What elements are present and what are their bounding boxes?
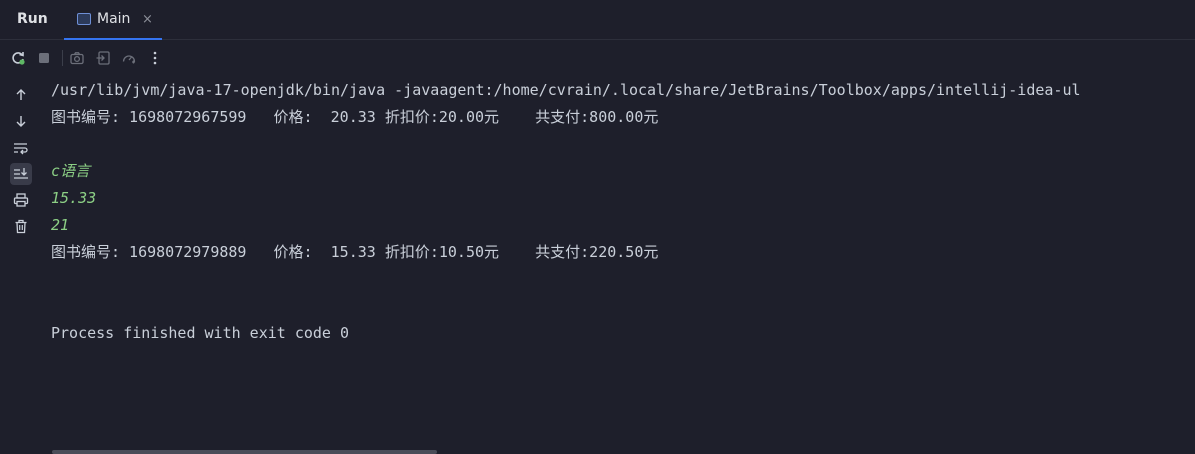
tab-label: Main: [97, 11, 131, 27]
toolbar-separator: [62, 50, 63, 66]
print-icon[interactable]: [10, 189, 32, 211]
trash-icon[interactable]: [10, 215, 32, 237]
more-icon[interactable]: [145, 48, 165, 68]
tab-main[interactable]: Main ×: [64, 0, 162, 40]
console-input-line: 15.33: [51, 189, 97, 207]
console-output[interactable]: /usr/lib/jvm/java-17-openjdk/bin/java -j…: [51, 78, 1195, 438]
console-line: 图书编号: 1698072967599 价格: 20.33 折扣价:20.00元…: [51, 108, 659, 126]
dashboard-icon[interactable]: [119, 48, 139, 68]
stop-icon[interactable]: [34, 48, 54, 68]
run-toolbar: [0, 44, 300, 72]
console-line: /usr/lib/jvm/java-17-openjdk/bin/java -j…: [51, 81, 1081, 99]
run-tool-window: Run Main × /usr/lib/jvm/java-17-openjdk/…: [0, 0, 1195, 454]
console-line: Process finished with exit code 0: [51, 324, 350, 342]
rerun-icon[interactable]: [8, 48, 28, 68]
console-tab-icon: [77, 13, 91, 25]
console-line: 图书编号: 1698072979889 价格: 15.33 折扣价:10.50元…: [51, 243, 659, 261]
scroll-to-end-icon[interactable]: [10, 163, 32, 185]
horizontal-scrollbar[interactable]: [52, 450, 437, 454]
export-icon[interactable]: [93, 48, 113, 68]
console-gutter-toolbar: [0, 80, 42, 250]
arrow-up-icon[interactable]: [10, 84, 32, 106]
console-input-line: 21: [51, 216, 70, 234]
camera-icon[interactable]: [67, 48, 87, 68]
run-title: Run: [17, 11, 48, 27]
soft-wrap-icon[interactable]: [10, 137, 32, 159]
console-input-line: c语言: [51, 162, 91, 180]
run-header: Run Main ×: [0, 0, 1195, 40]
arrow-down-icon[interactable]: [10, 110, 32, 132]
close-icon[interactable]: ×: [142, 12, 153, 27]
